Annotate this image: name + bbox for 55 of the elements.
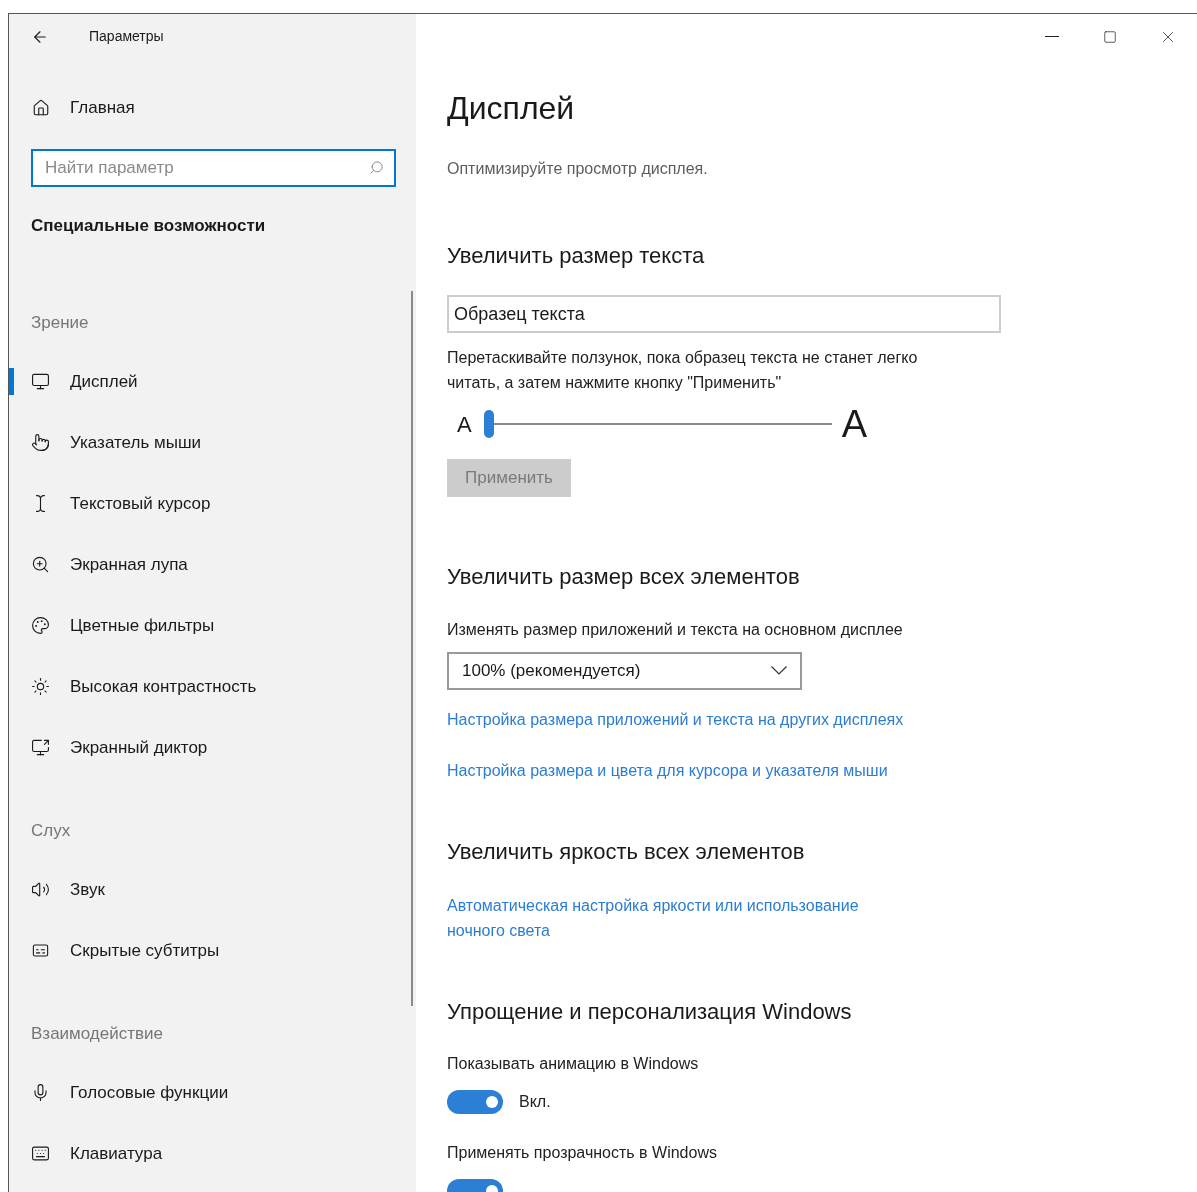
maximize-icon [1103,29,1117,44]
toggle-switch[interactable] [447,1090,503,1114]
scrollbar[interactable] [411,291,413,1006]
settings-link[interactable]: Автоматическая настройка яркости или использование ночного света [447,893,917,943]
settings-link[interactable]: Настройка размера приложений и текста на других дисплеях [447,708,904,732]
group-heading: Слух [31,820,71,843]
monitor-arrow-icon [31,738,50,757]
minimize-icon [1045,36,1059,37]
nav-item[interactable]: Скрытые субтитры [9,920,416,981]
hand-pointer-icon [31,433,50,452]
captions-icon [31,941,50,960]
nav-item[interactable]: Цветные фильтры [9,595,416,656]
palette-icon [31,616,50,635]
home-icon[interactable] [32,99,50,117]
section-heading: Увеличить яркость всех элементов [447,837,805,866]
large-a-label: A [841,405,868,444]
nav-item[interactable]: Текстовый курсор [9,473,416,534]
group-heading: Зрение [31,312,89,335]
magnifier-plus-icon [31,555,50,574]
toggle-state-label: Вкл. [519,1092,551,1112]
nav-item[interactable]: Экранная лупа [9,534,416,595]
nav-item[interactable]: Указатель мыши [9,412,416,473]
search-icon[interactable] [369,160,384,175]
nav-item[interactable]: Высокая контрастность [9,656,416,717]
home-link[interactable]: Главная [70,95,135,121]
sun-icon [31,677,50,696]
nav-item[interactable]: Голосовые функции [9,1062,416,1123]
page-title: Дисплей [447,89,575,128]
sample-text-box: Образец текста [447,295,1001,334]
chevron-down-icon [771,666,787,676]
page-subtitle: Оптимизируйте просмотр дисплея. [447,159,708,179]
small-a-label: A [457,410,472,439]
scale-dropdown[interactable]: 100% (рекомендуется) [447,651,802,690]
settings-link[interactable]: Настройка размера и цвета для курсора и указателя мыши [447,759,888,783]
nav-item[interactable]: Звук [9,859,416,920]
search-field[interactable]: Найти параметр [31,149,396,187]
slider-track[interactable] [483,410,832,439]
nav-item[interactable]: Клавиатура [9,1123,416,1184]
slider-description: Перетаскивайте ползунок, пока образец текста не станет легко читать, а затем нажмите кнопку "Применить" [447,348,919,394]
selection-indicator [9,368,14,395]
window-title: Параметры [89,27,164,46]
monitor-icon [31,372,50,391]
toggle-label: Показывать анимацию в Windows [447,1054,699,1074]
microphone-icon [31,1083,50,1102]
dropdown-label: Изменять размер приложений и текста на основном дисплее [447,619,903,640]
nav-item[interactable]: Экранный диктор [9,717,416,778]
slider-thumb[interactable] [483,410,494,439]
category-title: Специальные возможности [31,215,266,238]
section-heading: Упрощение и персонализация Windows [447,997,852,1026]
keyboard-icon [31,1144,50,1163]
group-heading: Взаимодействие [31,1023,163,1046]
speaker-icon [31,880,50,899]
section-heading: Увеличить размер текста [447,241,705,270]
section-heading: Увеличить размер всех элементов [447,563,800,592]
toggle-label: Применять прозрачность в Windows [447,1143,717,1163]
